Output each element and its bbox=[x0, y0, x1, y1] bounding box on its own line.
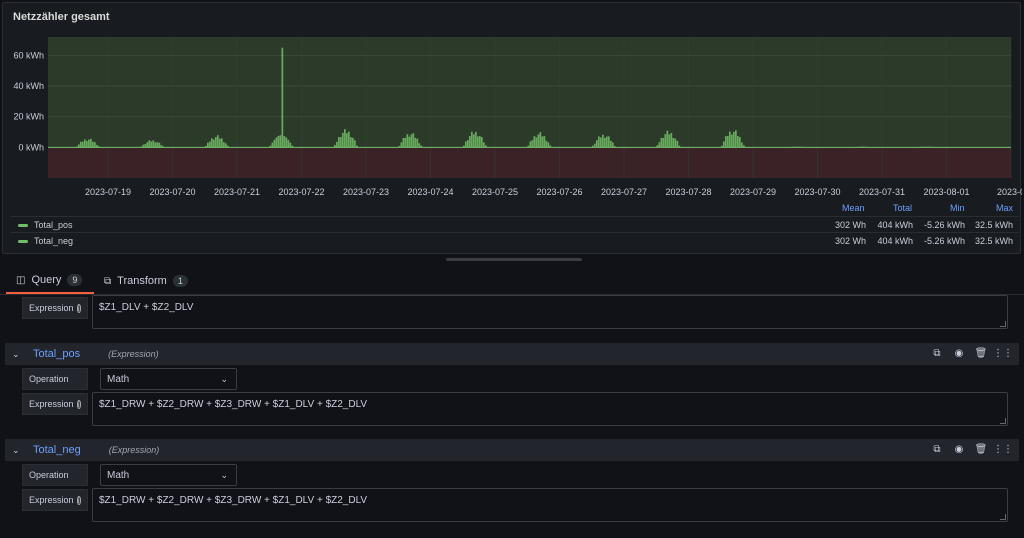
x-tick-label: 2023-07-25 bbox=[472, 187, 518, 197]
editor-tabs: ◫ Query 9 ⧉ Transform 1 bbox=[0, 268, 1024, 294]
tab-query-label: Query bbox=[31, 274, 62, 286]
y-tick-label: 60 kWh bbox=[13, 50, 44, 60]
series-color-swatch[interactable] bbox=[18, 240, 28, 243]
legend-max-value: 32.5 kWh bbox=[974, 236, 1013, 246]
trash-icon[interactable]: 🗑 bbox=[975, 347, 988, 359]
expression-input[interactable]: $Z1_DLV + $Z2_DLV bbox=[92, 295, 1008, 329]
legend-series-name[interactable]: Total_pos bbox=[34, 220, 73, 230]
x-tick-label: 2023-07-23 bbox=[343, 187, 389, 197]
x-tick-label: 2023-07-31 bbox=[859, 187, 905, 197]
operation-row: Operation bbox=[22, 368, 88, 390]
info-icon[interactable]: i bbox=[76, 495, 81, 505]
y-tick-label: 20 kWh bbox=[13, 112, 44, 122]
resize-grip-icon[interactable] bbox=[1000, 514, 1006, 520]
x-tick-label: 2023-07-21 bbox=[214, 187, 260, 197]
operation-row: Operation bbox=[22, 464, 88, 486]
chevron-down-icon[interactable]: ⌄ bbox=[12, 349, 24, 360]
duplicate-icon[interactable]: ⧉ bbox=[931, 347, 943, 359]
expression-label: Expression i bbox=[22, 393, 88, 415]
operation-select[interactable]: Math ⌄ bbox=[100, 464, 237, 486]
legend-series-name[interactable]: Total_neg bbox=[34, 236, 73, 246]
chart-area[interactable]: 60 kWh 40 kWh 20 kWh 0 kWh 2023-07-19 2023-07… bbox=[3, 3, 1022, 203]
legend-row-total-neg[interactable]: Total_neg 302 Wh 404 kWh -5.26 kWh 32.5 … bbox=[11, 232, 1019, 248]
tab-transform-label: Transform bbox=[117, 275, 167, 287]
drag-handle-icon[interactable]: ⋮⋮ bbox=[993, 347, 1013, 359]
legend-min-value: -5.26 kWh bbox=[923, 220, 965, 230]
query-type: (Expression) bbox=[108, 445, 160, 455]
expression-row: Expression i bbox=[22, 489, 88, 511]
duplicate-icon[interactable]: ⧉ bbox=[931, 443, 943, 455]
legend-mean-value: 302 Wh bbox=[834, 236, 866, 246]
expression-row: Expression i bbox=[22, 297, 88, 319]
legend-row-total-pos[interactable]: Total_pos 302 Wh 404 kWh -5.26 kWh 32.5 … bbox=[11, 216, 1019, 232]
database-icon: ◫ bbox=[16, 274, 26, 286]
query-actions: ⧉ ◉ 🗑 ⋮⋮ bbox=[931, 443, 1013, 455]
resize-grip-icon[interactable] bbox=[1000, 418, 1006, 424]
y-tick-label: 0 kWh bbox=[18, 142, 44, 152]
x-tick-label: 2023-07-27 bbox=[601, 187, 647, 197]
chevron-down-icon[interactable]: ⌄ bbox=[12, 445, 24, 456]
chevron-down-icon: ⌄ bbox=[220, 374, 228, 384]
x-tick-label: 2023-07-22 bbox=[278, 187, 324, 197]
operation-label: Operation bbox=[22, 368, 88, 390]
x-tick-label: 2023-07-29 bbox=[730, 187, 776, 197]
y-tick-label: 40 kWh bbox=[13, 81, 44, 91]
legend-min-value: -5.26 kWh bbox=[923, 236, 965, 246]
query-type: (Expression) bbox=[108, 349, 159, 359]
eye-icon[interactable]: ◉ bbox=[953, 347, 965, 359]
legend-header-min[interactable]: Min bbox=[950, 203, 965, 213]
expression-label: Expression i bbox=[22, 489, 88, 511]
legend-total-value: 404 kWh bbox=[877, 236, 913, 246]
query-editor: Expression i $Z1_DLV + $Z2_DLV ⌄ Total_po… bbox=[0, 294, 1024, 538]
tab-query[interactable]: ◫ Query 9 bbox=[6, 268, 95, 294]
eye-icon[interactable]: ◉ bbox=[953, 443, 965, 455]
expression-row: Expression i bbox=[22, 393, 88, 415]
drag-handle-icon[interactable]: ⋮⋮ bbox=[993, 443, 1013, 455]
legend-header: Mean Total Min Max bbox=[11, 202, 1019, 216]
positive-threshold-band bbox=[48, 37, 1011, 148]
legend-header-max[interactable]: Max bbox=[996, 203, 1013, 213]
query-name[interactable]: Total_pos bbox=[33, 348, 80, 360]
legend-total-value: 404 kWh bbox=[877, 220, 913, 230]
expression-input[interactable]: $Z1_DRW + $Z2_DRW + $Z3_DRW + $Z1_DLV + … bbox=[92, 488, 1008, 522]
tab-transform-count: 1 bbox=[172, 275, 188, 287]
transform-icon: ⧉ bbox=[104, 275, 112, 287]
legend-mean-value: 302 Wh bbox=[834, 220, 866, 230]
resize-grip-icon[interactable] bbox=[1000, 321, 1006, 327]
x-tick-label: 2023-07-30 bbox=[794, 187, 840, 197]
expression-input[interactable]: $Z1_DRW + $Z2_DRW + $Z3_DRW + $Z1_DLV + … bbox=[92, 392, 1008, 426]
panel-resize-handle[interactable] bbox=[446, 258, 582, 261]
x-tick-label: 2023-07-28 bbox=[665, 187, 711, 197]
operation-label: Operation bbox=[22, 464, 88, 486]
x-tick-label: 2023-08-01 bbox=[923, 187, 969, 197]
info-icon[interactable]: i bbox=[76, 399, 81, 409]
legend: Mean Total Min Max Total_pos 302 Wh 404 … bbox=[11, 202, 1019, 248]
legend-max-value: 32.5 kWh bbox=[974, 220, 1013, 230]
info-icon[interactable]: i bbox=[76, 303, 81, 313]
chevron-down-icon: ⌄ bbox=[220, 470, 228, 480]
x-tick-label: 2023-07-26 bbox=[536, 187, 582, 197]
legend-header-total[interactable]: Total bbox=[893, 203, 912, 213]
series-color-swatch[interactable] bbox=[18, 224, 28, 227]
query-actions: ⧉ ◉ 🗑 ⋮⋮ bbox=[931, 347, 1013, 359]
x-tick-label: 2023-07-24 bbox=[407, 187, 453, 197]
negative-threshold-band bbox=[48, 147, 1011, 178]
x-tick-label: 2023-07-19 bbox=[85, 187, 131, 197]
legend-header-mean[interactable]: Mean bbox=[842, 203, 865, 213]
query-name[interactable]: Total_neg bbox=[33, 444, 81, 456]
time-series-panel: Netzzähler gesamt 60 kWh 40 kWh 20 kWh 0 kW… bbox=[2, 2, 1022, 254]
expression-label: Expression i bbox=[22, 297, 88, 319]
x-tick-label: 2023-0 bbox=[997, 187, 1022, 197]
query-header-total-pos[interactable]: ⌄ Total_pos (Expression) ⧉ ◉ 🗑 ⋮⋮ bbox=[5, 343, 1019, 365]
x-tick-label: 2023-07-20 bbox=[149, 187, 195, 197]
trash-icon[interactable]: 🗑 bbox=[975, 443, 988, 455]
tab-transform[interactable]: ⧉ Transform 1 bbox=[104, 268, 188, 294]
tab-query-count: 9 bbox=[67, 274, 83, 286]
query-header-total-neg[interactable]: ⌄ Total_neg (Expression) ⧉ ◉ 🗑 ⋮⋮ bbox=[5, 439, 1019, 461]
operation-select[interactable]: Math ⌄ bbox=[100, 368, 237, 390]
